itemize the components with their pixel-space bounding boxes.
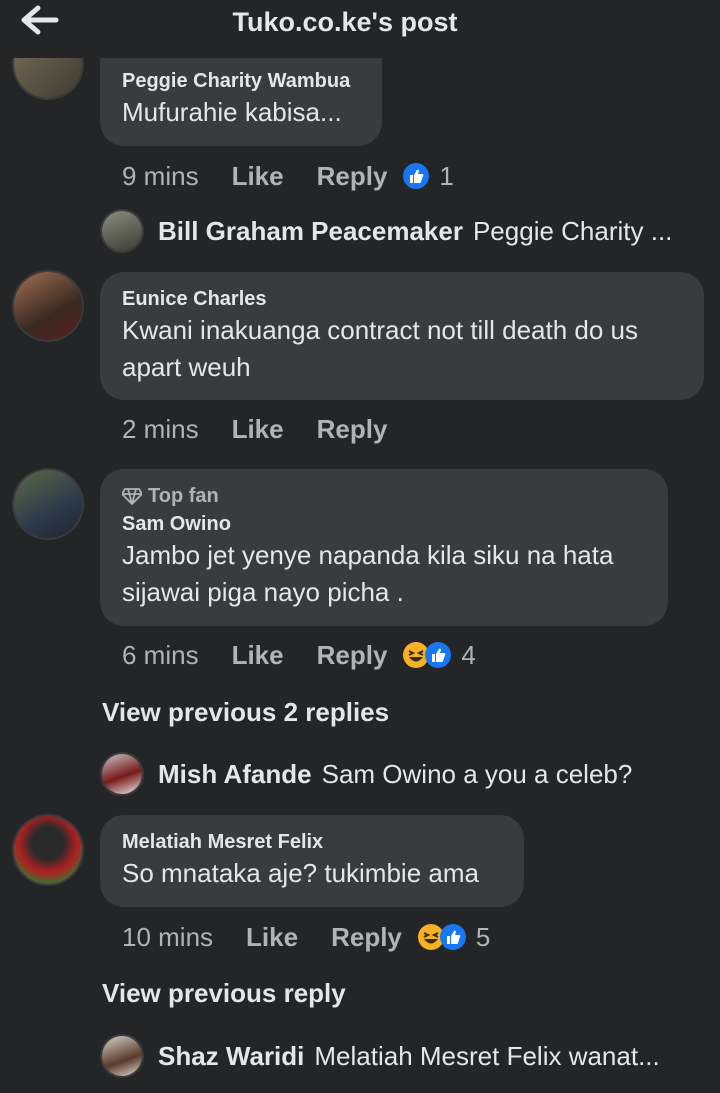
reply-author[interactable]: Mish Afande — [158, 759, 312, 790]
comment-time[interactable]: 9 mins — [122, 161, 199, 192]
app-header: Tuko.co.ke's post — [0, 0, 720, 58]
reaction-count[interactable]: 1 — [439, 161, 453, 192]
like-button[interactable]: Like — [246, 922, 298, 953]
comment-bubble[interactable]: Top fan Sam Owino Jambo jet yenye napand… — [100, 469, 668, 626]
reply-button[interactable]: Reply — [317, 414, 388, 445]
comment-text: Kwani inakuanga contract not till death … — [122, 315, 639, 382]
reply-author[interactable]: Bill Graham Peacemaker — [158, 216, 463, 247]
comment-author[interactable]: Melatiah Mesret Felix — [122, 829, 502, 855]
comment-bubble[interactable]: Peggie Charity Wambua Mufurahie kabisa..… — [100, 58, 382, 146]
reply-author[interactable]: Shaz Waridi — [158, 1041, 304, 1072]
diamond-icon — [122, 488, 142, 505]
avatar[interactable] — [14, 272, 82, 340]
reply-item[interactable]: Bill Graham Peacemaker Peggie Charity ..… — [102, 210, 672, 252]
reply-text: Peggie Charity ... — [472, 215, 673, 246]
like-button[interactable]: Like — [232, 414, 284, 445]
avatar[interactable] — [102, 1036, 142, 1076]
comment-time[interactable]: 6 mins — [122, 640, 199, 671]
like-button[interactable]: Like — [232, 161, 284, 192]
view-previous-replies-link[interactable]: View previous 2 replies — [102, 697, 389, 728]
comment-actions: 9 mins Like Reply 1 — [122, 158, 454, 194]
reply-text: Melatiah Mesret Felix wanat... — [314, 1040, 660, 1071]
avatar[interactable] — [14, 470, 82, 538]
comment-text: Mufurahie kabisa... — [122, 97, 342, 127]
comment-author[interactable]: Eunice Charles — [122, 286, 682, 312]
avatar[interactable] — [14, 816, 82, 884]
comment-actions: 2 mins Like Reply — [122, 411, 403, 447]
comment-actions: 6 mins Like Reply 4 — [122, 637, 476, 673]
view-previous-reply-link[interactable]: View previous reply — [102, 978, 346, 1009]
reaction-count[interactable]: 4 — [461, 640, 475, 671]
reply-text: Sam Owino a you a celeb? — [321, 758, 633, 789]
comment-author[interactable]: Peggie Charity Wambua — [122, 68, 360, 94]
page-title: Tuko.co.ke's post — [232, 7, 458, 37]
comment-time[interactable]: 2 mins — [122, 414, 199, 445]
comment-text: Jambo jet yenye napanda kila siku na hat… — [122, 540, 614, 607]
comment-bubble[interactable]: Eunice Charles Kwani inakuanga contract … — [100, 272, 704, 400]
reply-button[interactable]: Reply — [331, 922, 402, 953]
top-fan-badge: Top fan — [122, 483, 646, 509]
reaction-count[interactable]: 5 — [476, 922, 490, 953]
top-fan-label: Top fan — [148, 485, 219, 507]
like-icon[interactable] — [425, 642, 452, 668]
comment-actions: 10 mins Like Reply 5 — [122, 919, 490, 955]
reply-button[interactable]: Reply — [317, 640, 388, 671]
comment-bubble[interactable]: Melatiah Mesret Felix So mnataka aje? tu… — [100, 815, 524, 907]
comment-text: So mnataka aje? tukimbie ama — [122, 858, 479, 888]
avatar[interactable] — [102, 211, 142, 251]
comment-author[interactable]: Sam Owino — [122, 511, 646, 537]
like-icon[interactable] — [439, 924, 466, 950]
comment-time[interactable]: 10 mins — [122, 922, 213, 953]
like-icon[interactable] — [403, 163, 430, 189]
reply-item[interactable]: Shaz Waridi Melatiah Mesret Felix wanat.… — [102, 1035, 660, 1077]
reply-button[interactable]: Reply — [317, 161, 388, 192]
like-button[interactable]: Like — [232, 640, 284, 671]
reply-item[interactable]: Mish Afande Sam Owino a you a celeb? — [102, 753, 632, 795]
avatar[interactable] — [102, 754, 142, 794]
